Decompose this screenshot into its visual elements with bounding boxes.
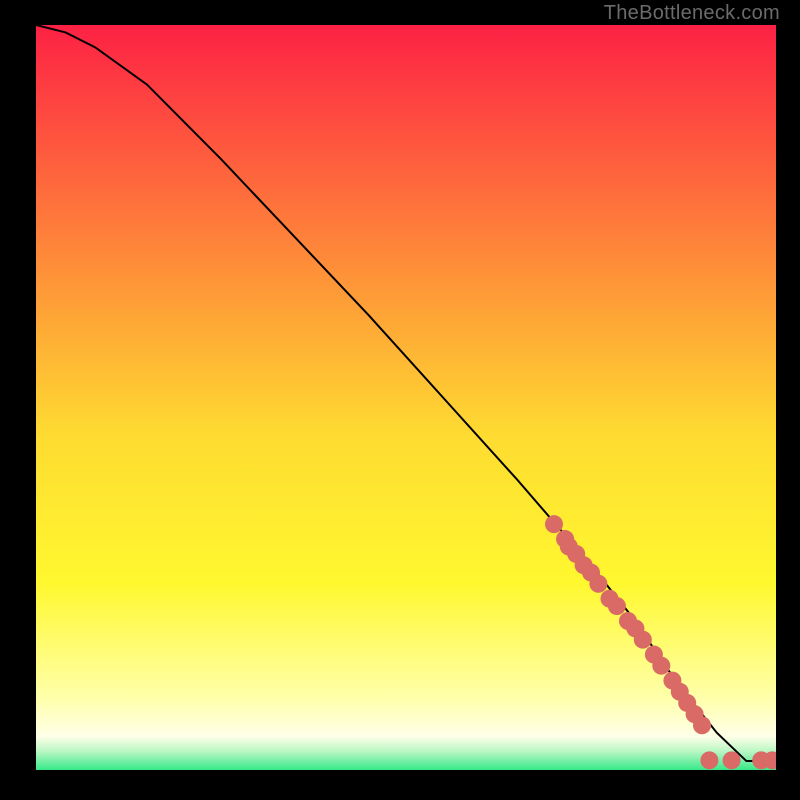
data-point [700, 751, 718, 769]
chart-stage: TheBottleneck.com [0, 0, 800, 800]
watermark-label: TheBottleneck.com [604, 2, 780, 25]
data-point [693, 716, 711, 734]
data-point [652, 657, 670, 675]
data-point [545, 515, 563, 533]
data-point [608, 597, 626, 615]
data-point [723, 751, 741, 769]
plot-area [36, 25, 776, 770]
data-point [589, 575, 607, 593]
chart-svg [36, 25, 776, 770]
data-point [634, 631, 652, 649]
